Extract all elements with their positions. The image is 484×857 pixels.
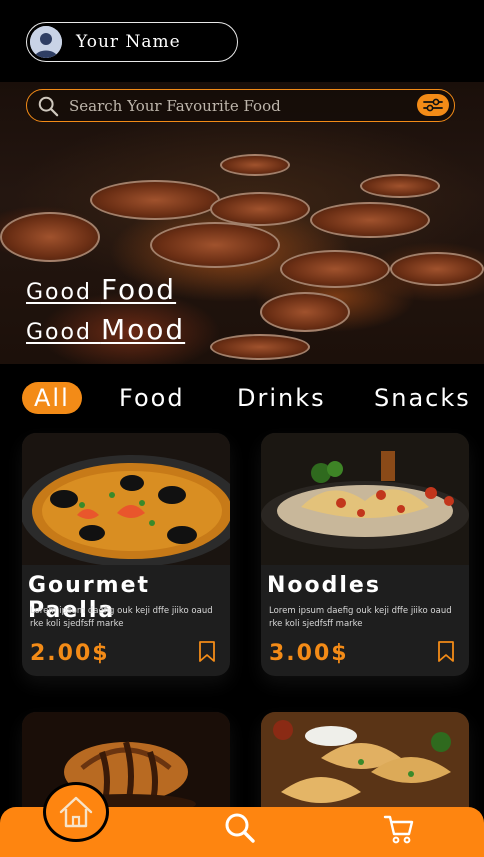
product-price: 3.00$ — [269, 641, 349, 666]
tab-all[interactable]: All — [22, 382, 82, 414]
product-description: Lorem ipsum daefig ouk keji dffe jiiko o… — [30, 606, 213, 629]
product-card-noodles[interactable]: Noodles Lorem ipsum daefig ouk keji dffe… — [261, 433, 469, 676]
tab-food[interactable]: Food — [119, 382, 185, 414]
filter-button[interactable] — [417, 94, 449, 116]
bookmark-icon[interactable] — [198, 641, 216, 663]
cart-icon[interactable] — [383, 814, 415, 844]
hero-banner: Good Food Good Mood — [0, 82, 484, 364]
product-name: Noodles — [267, 573, 381, 598]
home-icon — [59, 796, 93, 828]
search-bar[interactable] — [26, 89, 455, 122]
product-image — [22, 433, 230, 565]
product-price: 2.00$ — [30, 641, 110, 666]
search-input[interactable] — [69, 96, 399, 115]
product-image — [261, 433, 469, 565]
bookmark-icon[interactable] — [437, 641, 455, 663]
product-card-paella[interactable]: Gourmet Paella Lorem ipsum daefig ouk ke… — [22, 433, 230, 676]
tab-drinks[interactable]: Drinks — [237, 382, 326, 414]
home-button[interactable] — [43, 782, 109, 842]
search-icon — [38, 96, 59, 116]
profile-name: Your Name — [76, 32, 181, 52]
product-description: Lorem ipsum daefig ouk keji dffe jiiko o… — [269, 606, 452, 629]
hero-title: Good Food Good Mood — [26, 273, 186, 346]
avatar-icon — [30, 26, 62, 58]
tab-snacks[interactable]: Snacks — [374, 382, 471, 414]
filter-icon — [423, 98, 443, 112]
profile-pill[interactable]: Your Name — [26, 22, 238, 62]
category-tabs: All Food Drinks Snacks — [22, 382, 484, 416]
search-icon[interactable] — [224, 812, 256, 844]
